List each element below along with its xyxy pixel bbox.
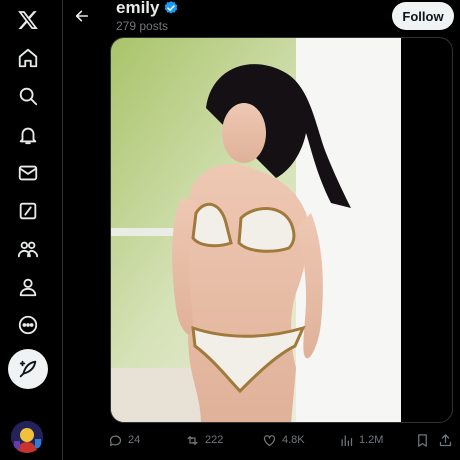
heart-icon	[263, 434, 276, 446]
notifications-icon[interactable]	[8, 115, 48, 155]
repost-icon	[187, 435, 198, 445]
follow-button[interactable]: Follow	[392, 2, 454, 30]
views-action[interactable]: 1.2M	[339, 429, 383, 451]
more-icon[interactable]	[8, 305, 48, 345]
post-actions: 24 222 4.8K 1.2M	[108, 429, 458, 451]
account-avatar[interactable]	[11, 421, 43, 453]
profile-name: emily	[116, 0, 160, 17]
reply-count: 24	[128, 434, 141, 446]
bookmark-action[interactable]	[415, 429, 430, 451]
bookmark-icon	[418, 433, 427, 447]
verified-badge-icon	[165, 1, 178, 14]
back-button[interactable]	[70, 4, 94, 28]
profile-icon[interactable]	[8, 267, 48, 307]
reply-icon	[109, 435, 122, 446]
post-photo[interactable]	[111, 38, 401, 423]
left-nav	[0, 0, 56, 460]
post-media[interactable]	[110, 37, 453, 423]
home-icon[interactable]	[8, 38, 48, 78]
arrow-left-icon	[75, 10, 89, 22]
views-count: 1.2M	[359, 434, 384, 446]
communities-icon[interactable]	[8, 229, 48, 269]
reply-action[interactable]: 24	[108, 429, 140, 451]
search-icon[interactable]	[8, 76, 48, 116]
posts-count: 279 posts	[116, 19, 169, 33]
nav-divider	[62, 0, 63, 460]
like-count: 4.8K	[282, 434, 305, 446]
x-logo-icon[interactable]	[8, 0, 48, 40]
repost-count: 222	[205, 434, 224, 446]
repost-action[interactable]: 222	[185, 429, 223, 451]
compose-post-button[interactable]	[8, 349, 48, 389]
messages-icon[interactable]	[8, 153, 48, 193]
grok-icon[interactable]	[8, 191, 48, 231]
profile-name-row: emily	[116, 0, 179, 18]
analytics-icon	[341, 435, 353, 446]
share-action[interactable]	[438, 429, 453, 451]
share-icon	[439, 433, 452, 446]
like-action[interactable]: 4.8K	[262, 429, 305, 451]
compose-post-icon	[19, 360, 37, 378]
